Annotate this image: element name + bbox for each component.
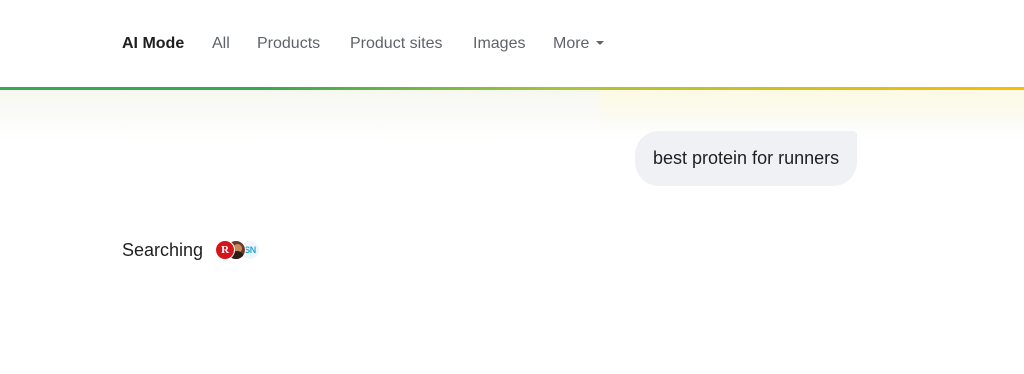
ai-mode-page: AI Mode All Products Product sites Image… <box>0 0 1024 374</box>
searching-status: Searching R SN <box>122 238 267 262</box>
tab-product-sites[interactable]: Product sites <box>350 33 442 55</box>
accent-glow-right <box>600 90 1024 130</box>
searching-label: Searching <box>122 239 204 260</box>
tab-more-label: More <box>553 35 590 52</box>
source-favicons: R SN <box>215 240 267 260</box>
red-r-logo-icon: R <box>215 240 236 260</box>
tab-images[interactable]: Images <box>473 33 525 55</box>
tab-products[interactable]: Products <box>257 33 320 55</box>
search-tabs: AI Mode All Products Product sites Image… <box>0 0 1024 88</box>
tab-more[interactable]: More <box>553 33 605 55</box>
caret-down-icon <box>596 40 605 45</box>
tab-all[interactable]: All <box>212 33 230 55</box>
user-query-text: best protein for runners <box>653 148 840 168</box>
user-query-bubble: best protein for runners <box>635 131 858 186</box>
tab-ai-mode[interactable]: AI Mode <box>122 33 184 55</box>
